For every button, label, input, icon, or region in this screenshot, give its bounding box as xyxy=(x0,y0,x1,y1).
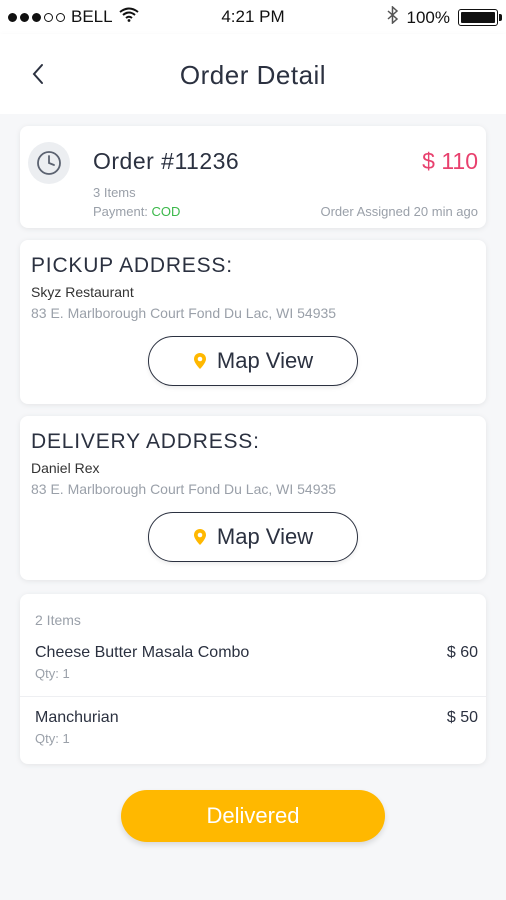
clock-icon xyxy=(28,142,70,184)
bluetooth-icon xyxy=(387,5,399,29)
payment-info: Payment: COD xyxy=(93,204,180,219)
pickup-map-view-button[interactable]: Map View xyxy=(148,336,358,386)
item-price: $ 60 xyxy=(446,644,478,661)
list-item: Manchurian Qty: 1 $ 50 xyxy=(20,696,486,758)
item-qty: Qty: 1 xyxy=(35,731,70,746)
delivery-map-view-button[interactable]: Map View xyxy=(148,512,358,562)
map-pin-icon xyxy=(193,353,206,369)
order-summary-card: Order #11236 $ 110 3 Items Payment: COD … xyxy=(20,126,486,228)
battery-percent: 100% xyxy=(406,7,450,27)
order-items-count: 3 Items xyxy=(93,185,136,200)
status-right-group: 100% xyxy=(387,5,502,29)
content-area: Order #11236 $ 110 3 Items Payment: COD … xyxy=(0,114,506,900)
payment-label: Payment: xyxy=(93,204,148,219)
pickup-title: PICKUP ADDRESS: xyxy=(31,254,233,277)
page-title: Order Detail xyxy=(179,60,327,90)
map-pin-icon xyxy=(193,529,206,545)
items-header: 2 Items xyxy=(35,612,81,628)
item-price: $ 50 xyxy=(446,709,478,726)
pickup-name: Skyz Restaurant xyxy=(31,284,134,300)
delivery-address-card: DELIVERY ADDRESS: Daniel Rex 83 E. Marlb… xyxy=(20,416,486,580)
item-name: Manchurian xyxy=(35,709,119,726)
map-view-label: Map View xyxy=(216,348,314,373)
list-item: Cheese Butter Masala Combo Qty: 1 $ 60 xyxy=(20,632,486,694)
pickup-address: 83 E. Marlborough Court Fond Du Lac, WI … xyxy=(31,305,337,321)
order-amount: $ 110 xyxy=(422,148,478,174)
status-bar: BELL 4:21 PM 100% xyxy=(0,0,506,34)
nav-bar: Order Detail xyxy=(0,34,506,114)
map-view-label: Map View xyxy=(216,524,314,549)
payment-method: COD xyxy=(151,204,181,219)
delivery-title: DELIVERY ADDRESS: xyxy=(31,430,260,453)
pickup-address-card: PICKUP ADDRESS: Skyz Restaurant 83 E. Ma… xyxy=(20,240,486,404)
order-number: Order #11236 xyxy=(93,148,240,174)
order-assigned-time: Order Assigned 20 min ago xyxy=(320,204,478,219)
order-items-card: 2 Items Cheese Butter Masala Combo Qty: … xyxy=(20,594,486,764)
battery-icon xyxy=(458,9,502,26)
item-qty: Qty: 1 xyxy=(35,666,70,681)
delivered-button[interactable]: Delivered xyxy=(121,790,385,842)
item-name: Cheese Butter Masala Combo xyxy=(35,644,250,661)
delivery-name: Daniel Rex xyxy=(31,460,100,476)
delivery-address: 83 E. Marlborough Court Fond Du Lac, WI … xyxy=(31,481,337,497)
